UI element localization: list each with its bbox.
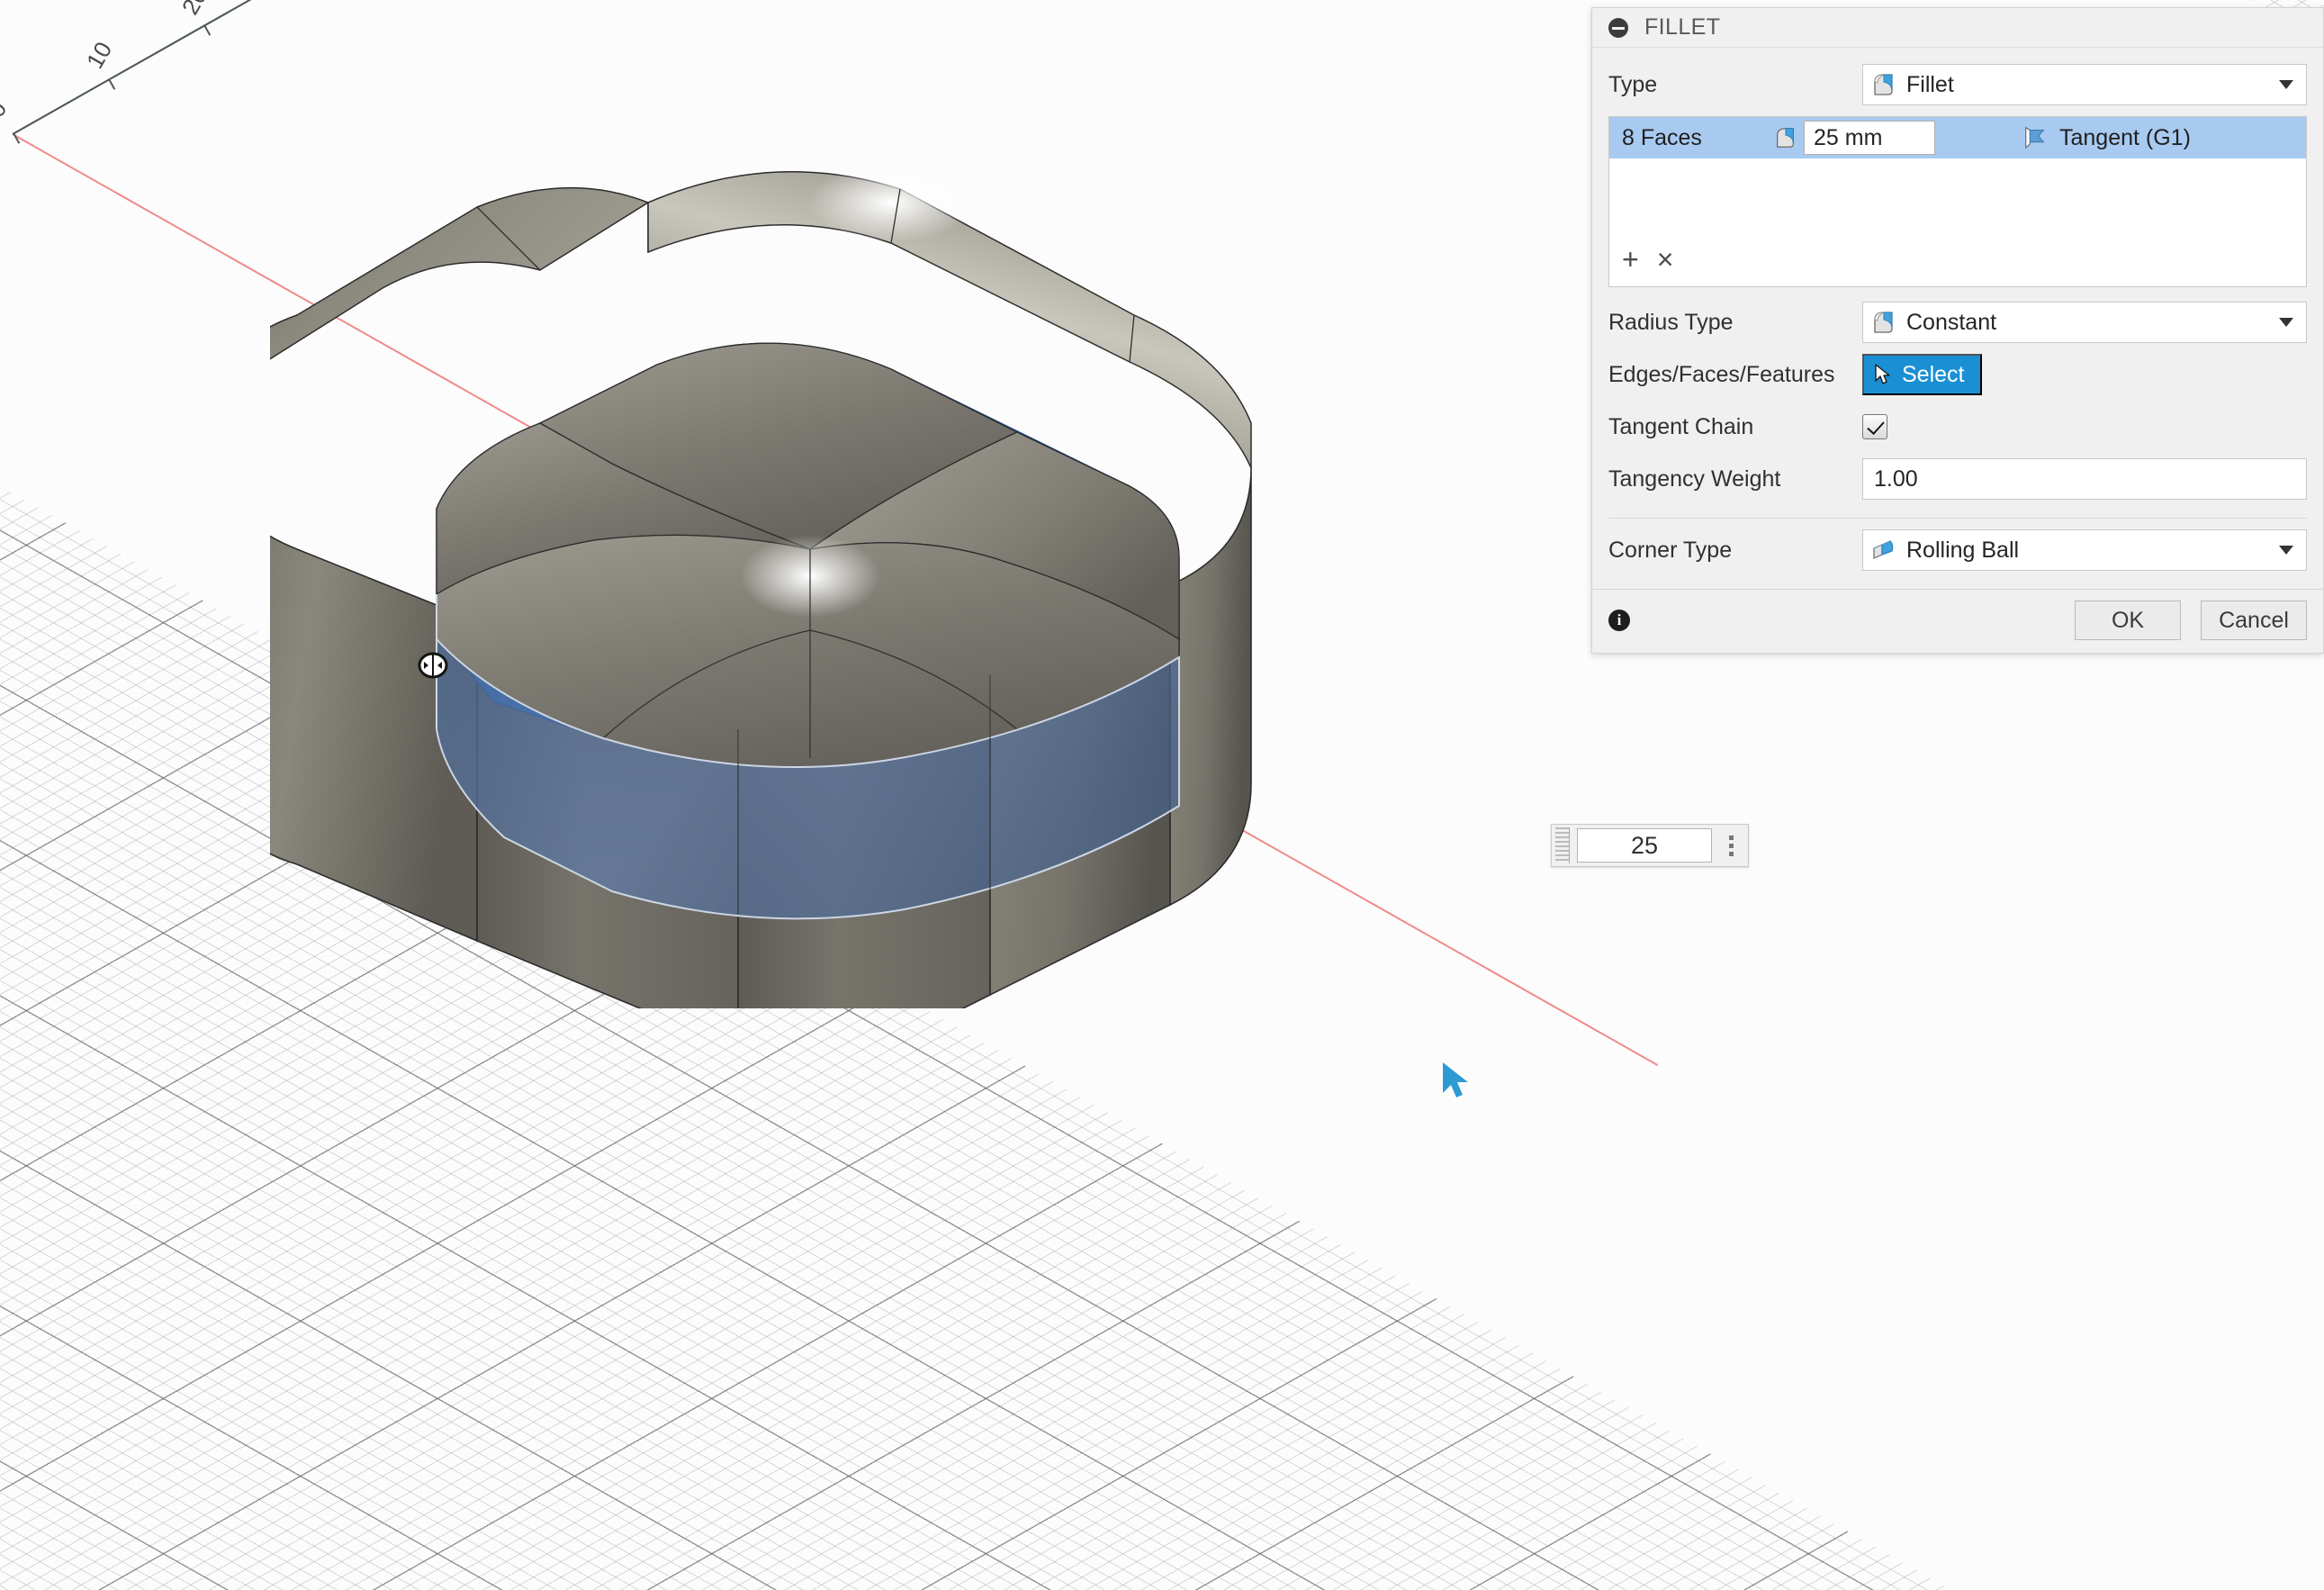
more-options-icon[interactable] bbox=[1719, 827, 1743, 863]
model-outer-wall-right bbox=[1169, 467, 1252, 907]
filleted-box-model[interactable] bbox=[270, 153, 1332, 1008]
radius-type-label: Radius Type bbox=[1608, 309, 1734, 335]
row-corner-type: Corner Type Rolling Ball bbox=[1608, 524, 2307, 576]
row-type: Type Fillet bbox=[1608, 59, 2307, 111]
row-radius-type: Radius Type Constant bbox=[1608, 296, 2307, 348]
radius-type-value: Constant bbox=[1906, 309, 1997, 335]
info-icon[interactable]: i bbox=[1608, 610, 1630, 631]
select-arrow-icon bbox=[1875, 364, 1890, 384]
select-button[interactable]: Select bbox=[1862, 354, 1983, 395]
ruler-label: 0 bbox=[0, 96, 13, 122]
fillet-dialog[interactable]: FILLET Type Fillet 8 Faces 25 mm Tangent… bbox=[1591, 7, 2324, 654]
bidirectional-drag-handle[interactable] bbox=[418, 652, 448, 679]
tangent-chain-checkbox[interactable] bbox=[1862, 414, 1887, 439]
close-x-icon[interactable]: × bbox=[1657, 245, 1674, 274]
radius-value-field[interactable]: 25 bbox=[1577, 828, 1712, 863]
collapse-icon[interactable] bbox=[1608, 17, 1628, 38]
fillet-icon bbox=[1874, 74, 1893, 95]
ruler-label: 20 bbox=[176, 0, 213, 20]
model-rim-back-left bbox=[270, 186, 650, 360]
radius-type-dropdown[interactable]: Constant bbox=[1862, 302, 2307, 343]
drag-grip-icon[interactable] bbox=[1555, 827, 1570, 863]
row-tangent-chain: Tangent Chain bbox=[1608, 401, 2307, 453]
corner-type-label: Corner Type bbox=[1608, 537, 1733, 563]
selection-count-label: 8 Faces bbox=[1622, 124, 1702, 150]
footer-buttons: OK Cancel bbox=[2075, 601, 2307, 640]
tangent-g1-icon bbox=[2025, 126, 2045, 149]
row-edges-faces-features: Edges/Faces/Features Select bbox=[1608, 348, 2307, 401]
axis-y-line bbox=[12, 0, 1659, 135]
rolling-ball-icon bbox=[1873, 540, 1894, 559]
chevron-down-icon[interactable] bbox=[2279, 318, 2293, 327]
dialog-title: FILLET bbox=[1644, 14, 1721, 40]
ruler-label: 10 bbox=[80, 37, 118, 74]
chevron-down-icon[interactable] bbox=[2279, 80, 2293, 89]
fillet-icon bbox=[1777, 128, 1795, 148]
cancel-button[interactable]: Cancel bbox=[2201, 601, 2307, 640]
continuity-label: Tangent (G1) bbox=[2059, 124, 2191, 150]
corner-type-value: Rolling Ball bbox=[1906, 537, 2020, 563]
tangency-weight-input[interactable]: 1.00 bbox=[1862, 458, 2307, 500]
corner-type-dropdown[interactable]: Rolling Ball bbox=[1862, 529, 2307, 571]
tangency-weight-label: Tangency Weight bbox=[1608, 465, 1781, 492]
fusion-360-window: 010203040506070 80 bbox=[0, 0, 2324, 1590]
ruler-axis-line bbox=[12, 0, 1581, 135]
type-value: Fillet bbox=[1906, 71, 1954, 97]
model-rim-specular-highlight bbox=[808, 163, 974, 242]
dialog-footer: i OK Cancel bbox=[1592, 589, 2323, 653]
tangent-chain-label: Tangent Chain bbox=[1608, 413, 1754, 439]
ruler-tick bbox=[108, 78, 116, 90]
edges-faces-features-label: Edges/Faces/Features bbox=[1608, 361, 1835, 387]
dialog-body: Type Fillet 8 Faces 25 mm Tangent (G1) +… bbox=[1592, 48, 2323, 576]
plus-icon[interactable]: + bbox=[1622, 245, 1639, 274]
select-button-label: Select bbox=[1902, 361, 1965, 387]
continuity-cell[interactable]: Tangent (G1) bbox=[2022, 125, 2191, 151]
arrow-cursor-icon bbox=[1437, 1059, 1477, 1102]
selection-listbox[interactable]: 8 Faces 25 mm Tangent (G1) + × bbox=[1608, 116, 2307, 287]
ruler-tick bbox=[203, 24, 212, 36]
ruler-tick bbox=[13, 132, 20, 144]
row-tangency-weight: Tangency Weight 1.00 bbox=[1608, 453, 2307, 505]
section-divider bbox=[1608, 518, 2307, 519]
type-label: Type bbox=[1608, 71, 1658, 97]
list-actions: + × bbox=[1609, 245, 2306, 286]
ok-button[interactable]: OK bbox=[2075, 601, 2181, 640]
dialog-titlebar[interactable]: FILLET bbox=[1592, 8, 2323, 48]
radius-input[interactable]: 25 mm bbox=[1804, 121, 1935, 155]
constant-radius-icon bbox=[1874, 312, 1893, 333]
table-row[interactable]: 8 Faces 25 mm Tangent (G1) bbox=[1609, 117, 2306, 158]
radius-value-input-overlay[interactable]: 25 bbox=[1551, 824, 1749, 867]
type-dropdown[interactable]: Fillet bbox=[1862, 64, 2307, 105]
chevron-down-icon[interactable] bbox=[2279, 546, 2293, 555]
